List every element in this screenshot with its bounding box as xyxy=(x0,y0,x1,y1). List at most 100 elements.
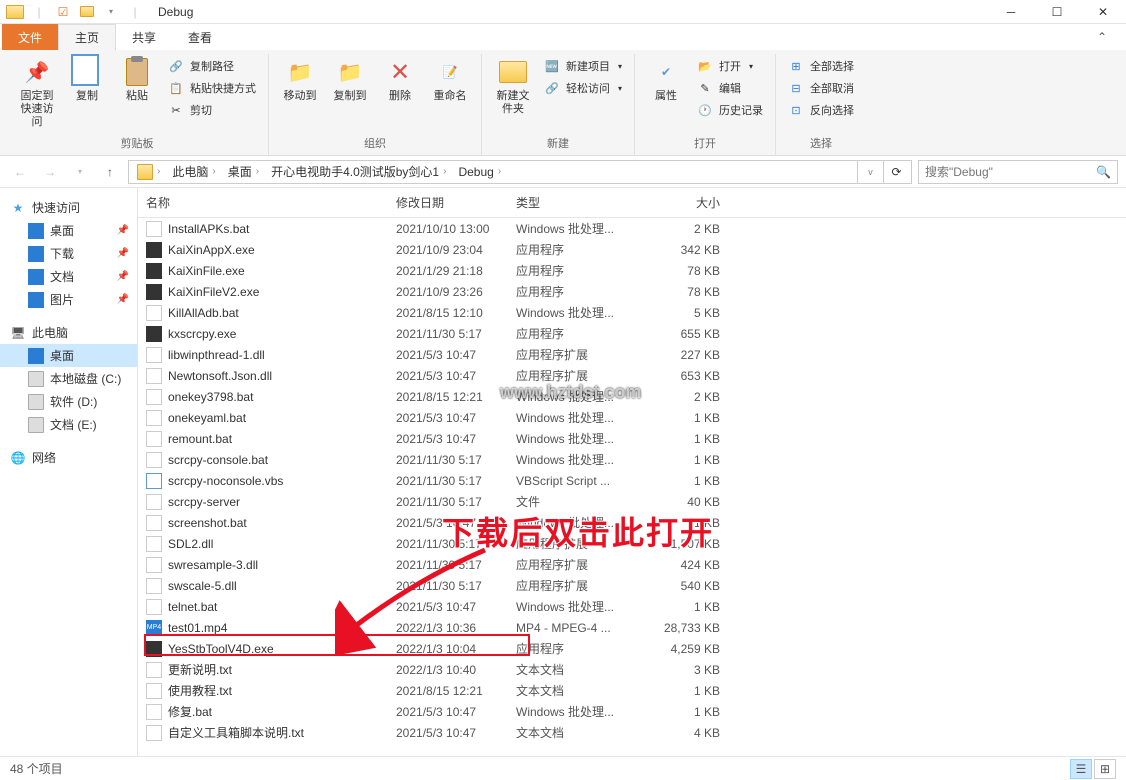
column-header-name[interactable]: 名称 xyxy=(138,188,388,217)
breadcrumb-item[interactable]: 此电脑› xyxy=(166,161,221,183)
table-row[interactable]: 使用教程.txt2021/8/15 12:21文本文档1 KB xyxy=(138,680,1126,701)
table-row[interactable]: InstallAPKs.bat2021/10/10 13:00Windows 批… xyxy=(138,218,1126,239)
qat-dropdown[interactable]: ▾ xyxy=(100,1,122,23)
refresh-button[interactable]: ⟳ xyxy=(883,161,909,183)
sidebar-item-pictures[interactable]: 图片📌 xyxy=(0,288,137,311)
table-row[interactable]: onekeyaml.bat2021/5/3 10:47Windows 批处理..… xyxy=(138,407,1126,428)
nav-back-button[interactable]: ← xyxy=(8,160,32,184)
move-to-button[interactable]: 📁移动到 xyxy=(277,54,323,105)
ribbon-collapse[interactable]: ⌃ xyxy=(1078,24,1126,50)
table-row[interactable]: scrcpy-console.bat2021/11/30 5:17Windows… xyxy=(138,449,1126,470)
sidebar-item-pc-desktop[interactable]: 桌面 xyxy=(0,344,137,367)
close-button[interactable]: ✕ xyxy=(1080,0,1126,24)
column-header-date[interactable]: 修改日期 xyxy=(388,188,508,217)
paste-shortcut-button[interactable]: 📋粘贴快捷方式 xyxy=(164,78,260,98)
breadcrumb-root[interactable]: › xyxy=(131,161,166,183)
breadcrumb-dropdown[interactable]: v xyxy=(857,161,883,183)
table-row[interactable]: KaiXinAppX.exe2021/10/9 23:04应用程序342 KB xyxy=(138,239,1126,260)
breadcrumb-item[interactable]: 开心电视助手4.0测试版by剑心1› xyxy=(265,161,452,183)
table-row[interactable]: scrcpy-server2021/11/30 5:17文件40 KB xyxy=(138,491,1126,512)
paste-button[interactable]: 粘贴 xyxy=(114,54,160,105)
table-row[interactable]: remount.bat2021/5/3 10:47Windows 批处理...1… xyxy=(138,428,1126,449)
file-date: 2022/1/3 10:40 xyxy=(388,663,508,677)
file-type: Windows 批处理... xyxy=(508,703,638,720)
search-box[interactable]: 🔍 xyxy=(918,160,1118,184)
sidebar-item-docs-e[interactable]: 文档 (E:) xyxy=(0,413,137,436)
new-item-button[interactable]: 🆕新建项目▾ xyxy=(540,56,626,76)
tab-file[interactable]: 文件 xyxy=(2,24,58,50)
open-button[interactable]: 📂打开▾ xyxy=(693,56,767,76)
maximize-button[interactable]: ☐ xyxy=(1034,0,1080,24)
table-row[interactable]: Newtonsoft.Json.dll2021/5/3 10:47应用程序扩展6… xyxy=(138,365,1126,386)
table-row[interactable]: 自定义工具箱脚本说明.txt2021/5/3 10:47文本文档4 KB xyxy=(138,722,1126,743)
file-date: 2021/5/3 10:47 xyxy=(388,705,508,719)
table-row[interactable]: screenshot.bat2021/5/3 10:47Windows 批处理.… xyxy=(138,512,1126,533)
table-row[interactable]: swscale-5.dll2021/11/30 5:17应用程序扩展540 KB xyxy=(138,575,1126,596)
file-name: Newtonsoft.Json.dll xyxy=(168,369,272,383)
easy-access-button[interactable]: 🔗轻松访问▾ xyxy=(540,78,626,98)
tab-view[interactable]: 查看 xyxy=(172,24,228,50)
breadcrumb[interactable]: › 此电脑› 桌面› 开心电视助手4.0测试版by剑心1› Debug› v ⟳ xyxy=(128,160,912,184)
file-icon xyxy=(146,683,162,699)
table-row[interactable]: onekey3798.bat2021/8/15 12:21Windows 批处理… xyxy=(138,386,1126,407)
sidebar-item-desktop[interactable]: 桌面📌 xyxy=(0,219,137,242)
table-row[interactable]: SDL2.dll2021/11/30 5:17应用程序扩展1,507 KB xyxy=(138,533,1126,554)
copy-button[interactable]: 复制 xyxy=(64,54,110,105)
table-row[interactable]: MP4test01.mp42022/1/3 10:36MP4 - MPEG-4 … xyxy=(138,617,1126,638)
sidebar-item-local-disk[interactable]: 本地磁盘 (C:) xyxy=(0,367,137,390)
sidebar-network[interactable]: 🌐网络 xyxy=(0,446,137,469)
file-size: 28,733 KB xyxy=(638,621,728,635)
table-row[interactable]: KaiXinFile.exe2021/1/29 21:18应用程序78 KB xyxy=(138,260,1126,281)
copy-to-button[interactable]: 📁复制到 xyxy=(327,54,373,105)
properties-button[interactable]: ✔属性 xyxy=(643,54,689,105)
table-row[interactable]: KaiXinFileV2.exe2021/10/9 23:26应用程序78 KB xyxy=(138,281,1126,302)
documents-icon xyxy=(28,269,44,285)
quick-access-toolbar: | ☑ ▾ | xyxy=(0,1,150,23)
cut-button[interactable]: ✂剪切 xyxy=(164,100,260,120)
edit-button[interactable]: ✎编辑 xyxy=(693,78,767,98)
tab-share[interactable]: 共享 xyxy=(116,24,172,50)
table-row[interactable]: libwinpthread-1.dll2021/5/3 10:47应用程序扩展2… xyxy=(138,344,1126,365)
search-icon[interactable]: 🔍 xyxy=(1096,165,1111,179)
sidebar-item-documents[interactable]: 文档📌 xyxy=(0,265,137,288)
table-row[interactable]: 修复.bat2021/5/3 10:47Windows 批处理...1 KB xyxy=(138,701,1126,722)
sidebar-this-pc[interactable]: 🖥此电脑 xyxy=(0,321,137,344)
table-row[interactable]: YesStbToolV4D.exe2022/1/3 10:04应用程序4,259… xyxy=(138,638,1126,659)
invert-selection-button[interactable]: ⊡反向选择 xyxy=(784,100,858,120)
nav-up-button[interactable]: ↑ xyxy=(98,160,122,184)
qat-folder[interactable] xyxy=(76,1,98,23)
sidebar-item-software[interactable]: 软件 (D:) xyxy=(0,390,137,413)
history-button[interactable]: 🕐历史记录 xyxy=(693,100,767,120)
select-none-button[interactable]: ⊟全部取消 xyxy=(784,78,858,98)
copy-path-button[interactable]: 🔗复制路径 xyxy=(164,56,260,76)
table-row[interactable]: kxscrcpy.exe2021/11/30 5:17应用程序655 KB xyxy=(138,323,1126,344)
table-row[interactable]: 更新说明.txt2022/1/3 10:40文本文档3 KB xyxy=(138,659,1126,680)
table-row[interactable]: swresample-3.dll2021/11/30 5:17应用程序扩展424… xyxy=(138,554,1126,575)
column-header-type[interactable]: 类型 xyxy=(508,188,638,217)
new-folder-button[interactable]: 新建文件夹 xyxy=(490,54,536,118)
breadcrumb-item[interactable]: Debug› xyxy=(452,161,507,183)
view-icons-button[interactable]: ⊞ xyxy=(1094,759,1116,779)
file-icon xyxy=(146,326,162,342)
table-row[interactable]: scrcpy-noconsole.vbs2021/11/30 5:17VBScr… xyxy=(138,470,1126,491)
copy-icon xyxy=(71,56,103,88)
nav-forward-button[interactable]: → xyxy=(38,160,62,184)
tab-home[interactable]: 主页 xyxy=(58,24,116,50)
sidebar-item-downloads[interactable]: 下载📌 xyxy=(0,242,137,265)
file-date: 2021/5/3 10:47 xyxy=(388,348,508,362)
breadcrumb-item[interactable]: 桌面› xyxy=(222,161,265,183)
table-row[interactable]: telnet.bat2021/5/3 10:47Windows 批处理...1 … xyxy=(138,596,1126,617)
nav-recent-button[interactable]: ▾ xyxy=(68,160,92,184)
select-all-button[interactable]: ⊞全部选择 xyxy=(784,56,858,76)
pin-to-quick-access-button[interactable]: 📌 固定到快速访问 xyxy=(14,54,60,132)
file-size: 5 KB xyxy=(638,306,728,320)
column-header-size[interactable]: 大小 xyxy=(638,188,728,217)
sidebar-quick-access[interactable]: ★快速访问 xyxy=(0,196,137,219)
search-input[interactable] xyxy=(925,165,1096,179)
minimize-button[interactable]: ─ xyxy=(988,0,1034,24)
rename-button[interactable]: 📝重命名 xyxy=(427,54,473,105)
table-row[interactable]: KillAllAdb.bat2021/8/15 12:10Windows 批处理… xyxy=(138,302,1126,323)
delete-button[interactable]: ✕删除 xyxy=(377,54,423,105)
view-details-button[interactable]: ☰ xyxy=(1070,759,1092,779)
qat-checkbox[interactable]: ☑ xyxy=(52,1,74,23)
